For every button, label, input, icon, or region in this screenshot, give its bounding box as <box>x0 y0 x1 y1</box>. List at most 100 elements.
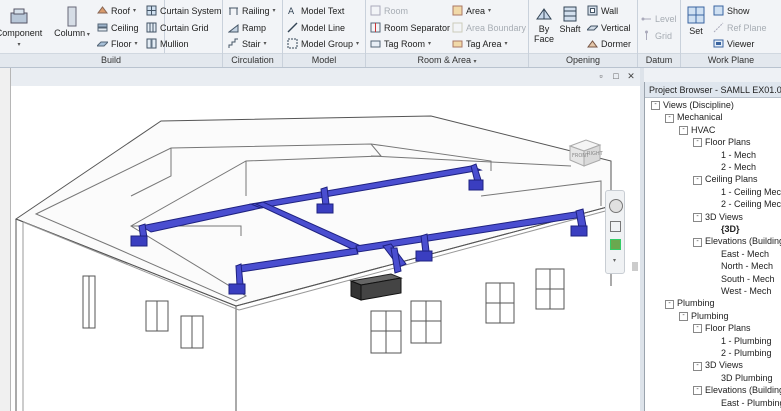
browser-tree-item[interactable]: East - Plumbing <box>721 397 781 409</box>
browser-tree-label: 3D Views <box>705 360 743 371</box>
set-button[interactable]: Set <box>683 2 709 36</box>
vertical-opening-button[interactable]: Vertical <box>585 22 631 33</box>
browser-tree-item[interactable]: - Plumbing <box>679 310 729 322</box>
browser-tree-item[interactable]: - Elevations (Building <box>693 384 781 396</box>
room-separator-button[interactable]: Room Separator <box>370 22 450 33</box>
nav-bar-menu-icon[interactable]: ▾ <box>609 257 620 264</box>
tag-area-label: Tag Area <box>466 38 502 49</box>
pan-icon[interactable] <box>610 221 621 232</box>
floor-button[interactable]: Floor ▾ <box>95 38 138 49</box>
browser-tree-item[interactable]: - Mechanical <box>665 111 723 123</box>
tag-area-button[interactable]: Tag Area ▾ <box>452 38 508 49</box>
ceiling-button[interactable]: Ceiling <box>97 22 139 33</box>
datum-panel: Level Grid Datum <box>638 0 681 67</box>
browser-tree-item[interactable]: 3D Plumbing <box>721 372 773 384</box>
ref-plane-label: Ref Plane <box>727 22 767 33</box>
grid-button[interactable]: Grid <box>641 30 672 41</box>
opening-panel-title: Opening <box>529 53 637 67</box>
tree-collapse-icon[interactable]: - <box>693 324 702 334</box>
model-group-button[interactable]: Model Group ▾ <box>287 38 359 49</box>
mullion-button[interactable]: Mullion <box>146 38 189 49</box>
tree-collapse-icon[interactable]: - <box>693 175 702 185</box>
viewer-button[interactable]: Viewer <box>713 38 754 49</box>
set-label: Set <box>689 26 703 36</box>
browser-tree-item[interactable]: West - Mech <box>721 285 771 297</box>
build-panel: Component ▾ Column ▾ Roof ▾ Ceiling Floor… <box>0 0 222 67</box>
browser-tree-item[interactable]: 2 - Mech <box>721 161 756 173</box>
window <box>410 300 442 344</box>
curtain-system-button[interactable]: Curtain System <box>146 5 222 16</box>
model-line-button[interactable]: Model Line <box>287 22 345 33</box>
restore-view-icon[interactable]: ▫ <box>596 71 606 81</box>
properties-edge[interactable] <box>0 68 11 411</box>
browser-tree-item[interactable]: North - Mech <box>721 260 773 272</box>
tree-collapse-icon[interactable]: - <box>679 125 688 135</box>
component-button[interactable]: Component ▾ <box>0 2 44 48</box>
browser-tree-item[interactable]: - HVAC <box>679 124 715 136</box>
by-face-button[interactable]: By Face <box>531 2 557 44</box>
show-button[interactable]: Show <box>713 5 750 16</box>
tag-room-button[interactable]: Tag Room ▾ <box>370 38 431 49</box>
browser-tree-item[interactable]: - Elevations (Building <box>693 235 781 247</box>
browser-tree-item[interactable]: - Ceiling Plans <box>693 173 758 185</box>
browser-tree-item[interactable]: -3D Views <box>693 359 743 371</box>
tree-collapse-icon[interactable]: - <box>693 138 702 148</box>
browser-tree-item[interactable]: {3D} <box>721 223 740 235</box>
window <box>180 315 204 349</box>
browser-tree-label: 2 - Ceiling Mech <box>721 199 781 210</box>
circulation-panel-title: Circulation <box>223 53 282 67</box>
tree-collapse-icon[interactable]: - <box>679 311 688 321</box>
ramp-button[interactable]: Ramp <box>227 22 266 33</box>
vertical-scrollbar-thumb[interactable] <box>632 262 638 271</box>
browser-tree-item[interactable]: - Views (Discipline) <box>651 99 734 111</box>
ref-plane-button[interactable]: Ref Plane <box>713 22 767 33</box>
browser-tree-item[interactable]: South - Mech <box>721 273 775 285</box>
model-text-button[interactable]: A Model Text <box>287 5 344 18</box>
tree-collapse-icon[interactable]: - <box>651 101 660 111</box>
area-button[interactable]: Area ▾ <box>452 5 491 16</box>
browser-tree-item[interactable]: 1 - Ceiling Mech <box>721 186 781 198</box>
tree-collapse-icon[interactable]: - <box>693 361 702 371</box>
dormer-button[interactable]: Dormer <box>587 38 631 49</box>
room-button[interactable]: Room <box>370 5 408 16</box>
tree-collapse-icon[interactable]: - <box>693 212 702 222</box>
tree-collapse-icon[interactable]: - <box>665 299 674 309</box>
steering-wheel-icon[interactable] <box>609 199 623 213</box>
by-face-icon <box>535 5 553 23</box>
shaft-button[interactable]: Shaft <box>557 2 583 34</box>
column-label: Column <box>54 28 86 38</box>
browser-tree-item[interactable]: -3D Views <box>693 211 743 223</box>
grid-icon <box>641 30 652 41</box>
browser-tree-item[interactable]: 1 - Mech <box>721 149 756 161</box>
tree-collapse-icon[interactable]: - <box>665 113 674 123</box>
browser-tree-item[interactable]: - Plumbing <box>665 297 715 309</box>
stair-button[interactable]: Stair ▾ <box>228 38 267 49</box>
maximize-view-icon[interactable]: □ <box>611 71 621 81</box>
room-area-panel-title[interactable]: Room & Area ▾ <box>366 53 528 67</box>
browser-tree-item[interactable]: 2 - Ceiling Mech <box>721 198 781 210</box>
browser-tree-item[interactable]: - Floor Plans <box>693 136 751 148</box>
tree-collapse-icon[interactable]: - <box>693 237 702 247</box>
browser-tree-label: West - Mech <box>721 286 772 296</box>
browser-tree-label: {3D} <box>721 224 740 234</box>
viewcube[interactable]: FRONT RIGHT <box>564 132 606 174</box>
close-view-icon[interactable]: ✕ <box>626 71 636 81</box>
zoom-icon[interactable] <box>610 239 621 250</box>
roof-button[interactable]: Roof ▾ <box>97 5 136 16</box>
tree-collapse-icon[interactable]: - <box>693 386 702 396</box>
area-boundary-button[interactable]: Area Boundary <box>452 22 526 33</box>
browser-tree-item[interactable]: - Floor Plans <box>693 322 751 334</box>
browser-tree-item[interactable]: East - Mech <box>721 248 769 260</box>
browser-tree-item[interactable]: 1 - Plumbing <box>721 335 772 347</box>
browser-tree-item[interactable]: 2 - Plumbing <box>721 347 772 359</box>
wall-opening-button[interactable]: Wall <box>587 5 618 16</box>
browser-tree-label: 3D Views <box>705 211 743 222</box>
3d-view-canvas[interactable]: FRONT RIGHT ▾ <box>11 86 640 411</box>
column-button[interactable]: Column ▾ <box>52 2 92 38</box>
railing-button[interactable]: Railing ▾ <box>228 5 276 16</box>
mullion-icon <box>146 38 157 49</box>
browser-tree-label: Floor Plans <box>705 137 751 148</box>
level-button[interactable]: Level <box>641 13 677 24</box>
curtain-grid-button[interactable]: Curtain Grid <box>146 22 209 33</box>
building-3d-model <box>14 115 612 411</box>
